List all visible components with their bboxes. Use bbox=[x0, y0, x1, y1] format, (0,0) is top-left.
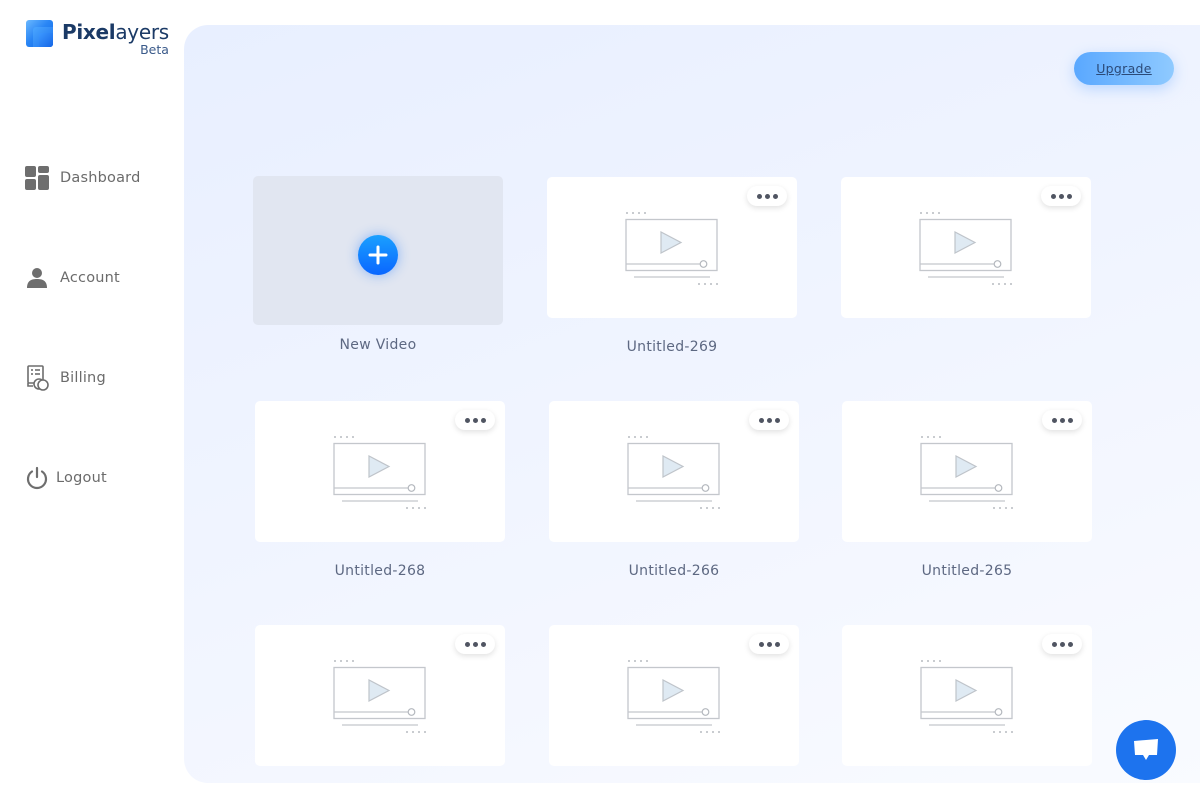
power-icon bbox=[24, 465, 50, 491]
chat-bubble-icon bbox=[1134, 739, 1158, 760]
new-video-label: New Video bbox=[339, 337, 417, 353]
video-title[interactable]: Untitled-265 bbox=[842, 563, 1092, 579]
sidebar-item-label: Billing bbox=[60, 370, 106, 386]
video-thumbnail-icon bbox=[619, 209, 725, 293]
sidebar-item-label: Logout bbox=[56, 470, 107, 486]
video-card[interactable] bbox=[549, 625, 799, 766]
sidebar-item-account[interactable]: Account bbox=[24, 265, 120, 291]
video-title[interactable]: Untitled-269 bbox=[547, 339, 797, 355]
sidebar-item-billing[interactable]: Billing bbox=[24, 365, 106, 391]
dashboard-icon bbox=[24, 165, 50, 191]
sidebar-item-dashboard[interactable]: Dashboard bbox=[24, 165, 140, 191]
video-card[interactable] bbox=[842, 625, 1092, 766]
video-card[interactable] bbox=[547, 177, 797, 318]
video-thumbnail-icon bbox=[327, 433, 433, 517]
sidebar-item-label: Account bbox=[60, 270, 120, 286]
sidebar-item-logout[interactable]: Logout bbox=[24, 465, 107, 491]
brand-logo[interactable]: Pixelayers Beta bbox=[26, 20, 169, 57]
more-horizontal-icon bbox=[1051, 641, 1073, 647]
video-card[interactable] bbox=[255, 625, 505, 766]
add-video-button[interactable] bbox=[358, 235, 398, 275]
logo-icon bbox=[26, 20, 53, 47]
more-options-button[interactable] bbox=[749, 634, 789, 654]
more-horizontal-icon bbox=[1051, 417, 1073, 423]
billing-icon bbox=[24, 365, 50, 391]
more-horizontal-icon bbox=[758, 641, 780, 647]
more-horizontal-icon bbox=[1050, 193, 1072, 199]
video-card[interactable] bbox=[841, 177, 1091, 318]
more-horizontal-icon bbox=[756, 193, 778, 199]
upgrade-button[interactable]: Upgrade bbox=[1074, 52, 1174, 85]
video-card[interactable] bbox=[549, 401, 799, 542]
more-options-button[interactable] bbox=[747, 186, 787, 206]
beta-badge: Beta bbox=[140, 42, 169, 57]
new-video-card[interactable] bbox=[253, 176, 503, 325]
more-horizontal-icon bbox=[758, 417, 780, 423]
upgrade-label: Upgrade bbox=[1096, 61, 1152, 76]
video-title[interactable]: Untitled-266 bbox=[549, 563, 799, 579]
more-horizontal-icon bbox=[464, 417, 486, 423]
video-thumbnail-icon bbox=[914, 657, 1020, 741]
video-thumbnail-icon bbox=[621, 433, 727, 517]
chat-button[interactable] bbox=[1116, 720, 1176, 780]
video-thumbnail-icon bbox=[914, 433, 1020, 517]
more-options-button[interactable] bbox=[455, 410, 495, 430]
video-card[interactable] bbox=[842, 401, 1092, 542]
video-thumbnail-icon bbox=[913, 209, 1019, 293]
plus-icon bbox=[368, 245, 388, 265]
video-title[interactable]: Untitled-268 bbox=[255, 563, 505, 579]
video-thumbnail-icon bbox=[621, 657, 727, 741]
more-options-button[interactable] bbox=[749, 410, 789, 430]
video-thumbnail-icon bbox=[327, 657, 433, 741]
sidebar-item-label: Dashboard bbox=[60, 170, 141, 186]
more-options-button[interactable] bbox=[1042, 410, 1082, 430]
more-options-button[interactable] bbox=[455, 634, 495, 654]
more-options-button[interactable] bbox=[1042, 634, 1082, 654]
video-card[interactable] bbox=[255, 401, 505, 542]
user-icon bbox=[24, 265, 50, 291]
brand-name: Pixelayers bbox=[62, 20, 169, 44]
more-options-button[interactable] bbox=[1041, 186, 1081, 206]
more-horizontal-icon bbox=[464, 641, 486, 647]
